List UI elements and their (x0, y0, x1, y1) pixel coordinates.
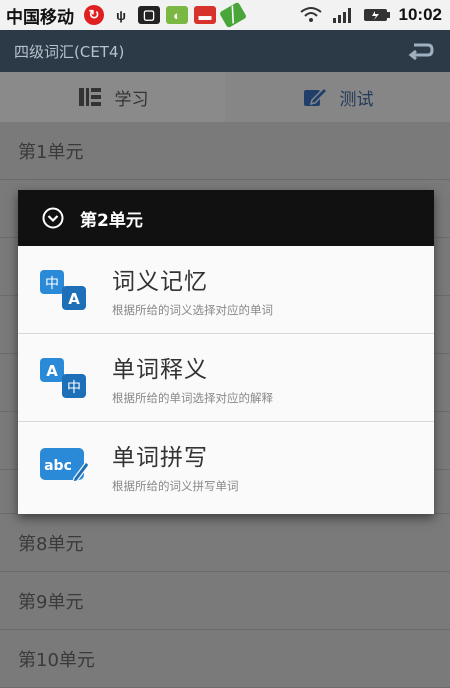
svg-text:abc: abc (44, 458, 72, 474)
back-arrow-icon (408, 43, 434, 61)
option-subtitle: 根据所给的词义选择对应的单词 (112, 302, 273, 317)
app-icon: ╱ (218, 1, 248, 29)
tab-study-label: 学习 (114, 89, 149, 110)
status-bar: 中国移动 ↻ ψ ▢ ◐ ▬ ╱ 10:02 (0, 0, 450, 30)
option-subtitle: 根据所给的词义拼写单词 (112, 479, 239, 493)
tab-study[interactable]: 学习 (0, 72, 225, 122)
back-button[interactable] (404, 36, 438, 66)
en-to-zh-icon: A 中 (40, 357, 86, 398)
clock: 10:02 (398, 5, 442, 24)
option-word-spelling[interactable]: abc 单词拼写 根据所给的词义拼写单词 (18, 422, 434, 510)
tab-test-label: 测试 (339, 89, 374, 110)
list-item[interactable]: 第9单元 (0, 572, 450, 630)
svg-text:A: A (46, 362, 58, 380)
battery-saver-icon: ▬ (194, 6, 216, 24)
status-icons: ↻ ψ ▢ ◐ ▬ ╱ (84, 1, 248, 29)
option-title: 单词释义 (112, 356, 208, 383)
zh-to-en-icon: 中 A (40, 269, 86, 310)
chevron-down-icon (42, 207, 64, 229)
svg-text:中: 中 (67, 380, 81, 396)
signal-icon (332, 8, 351, 23)
app-bar: 四级词汇(CET4) (0, 30, 450, 72)
battery-icon (363, 9, 390, 21)
option-word-meaning-memory[interactable]: 中 A 词义记忆 根据所给的词义选择对应的单词 (18, 246, 434, 334)
dialog-title: 第2单元 (80, 210, 143, 231)
sim-icon: ▢ (138, 6, 160, 24)
app-icon: ◐ (166, 6, 188, 24)
wifi-icon (299, 7, 322, 22)
carrier-label: 中国移动 (6, 7, 74, 28)
edit-icon (303, 86, 328, 106)
data-sync-icon: ↻ (84, 5, 104, 25)
tab-bar: 学习 测试 (0, 72, 450, 122)
study-icon (78, 88, 101, 106)
dialog-header: 第2单元 (18, 190, 434, 246)
mode-dialog: 第2单元 中 A 词义记忆 根据所给的词义选择对应的单词 A 中 单词释义 根据… (18, 190, 434, 514)
svg-text:A: A (68, 290, 80, 308)
option-title: 词义记忆 (112, 268, 208, 295)
abc-spell-icon: abc (40, 448, 90, 483)
tab-test[interactable]: 测试 (225, 72, 450, 122)
list-item[interactable]: 第10单元 (0, 630, 450, 688)
page-title: 四级词汇(CET4) (14, 42, 125, 61)
option-subtitle: 根据所给的单词选择对应的解释 (112, 390, 273, 405)
option-title: 单词拼写 (112, 445, 208, 471)
usb-icon: ψ (116, 7, 126, 23)
list-item[interactable]: 第8单元 (0, 514, 450, 572)
list-item[interactable]: 第1单元 (0, 122, 450, 180)
option-word-definition[interactable]: A 中 单词释义 根据所给的单词选择对应的解释 (18, 334, 434, 422)
svg-text:中: 中 (45, 276, 59, 292)
